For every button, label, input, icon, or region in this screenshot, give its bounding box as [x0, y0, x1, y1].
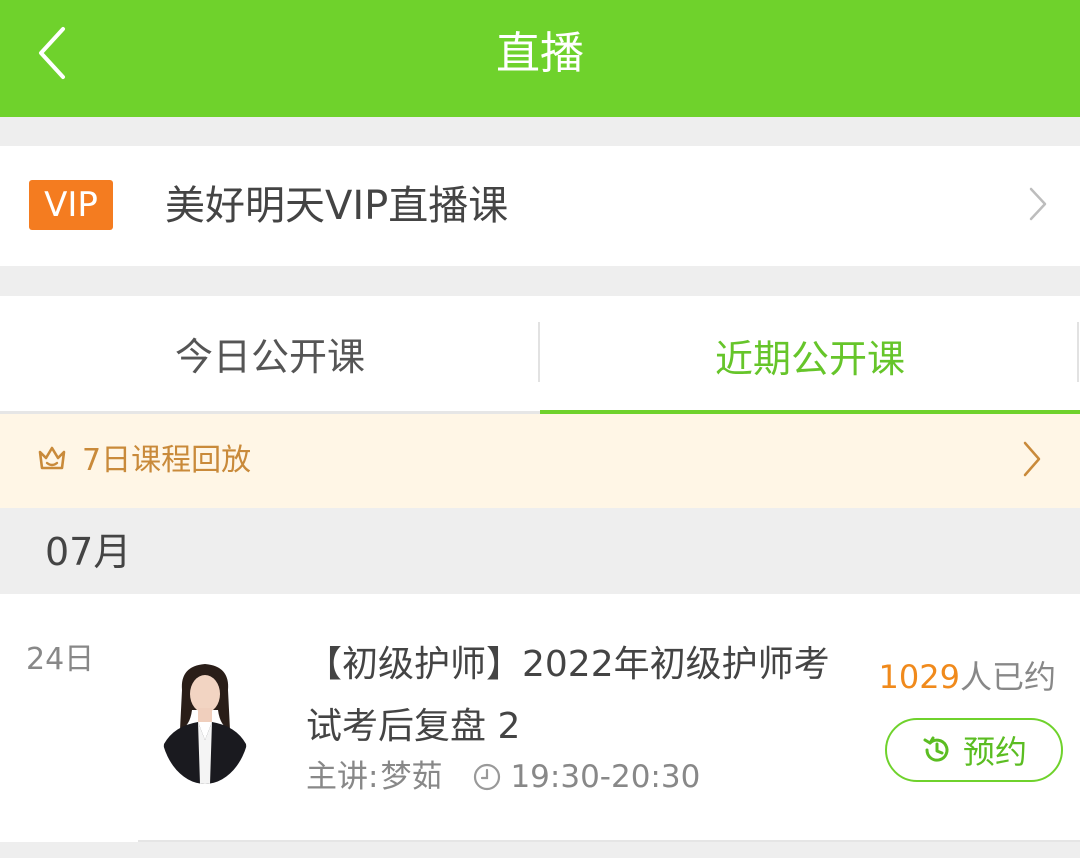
teacher-label: 主讲:: [306, 759, 379, 795]
clock-icon: [472, 762, 502, 792]
tab-divider: [1077, 322, 1079, 382]
reservation-count: 1029人已约: [879, 654, 1056, 700]
reservation-count-suffix: 人已约: [959, 658, 1056, 696]
month-section-header: 07月: [0, 508, 1080, 594]
vip-badge: VIP: [29, 180, 113, 230]
tab-today-public-course[interactable]: 今日公开课: [0, 296, 540, 414]
vip-live-course-entry[interactable]: VIP 美好明天VIP直播课: [0, 146, 1080, 266]
reserve-button-label: 预约: [962, 733, 1027, 771]
page-background: [0, 842, 1080, 858]
history-clock-icon: [921, 734, 953, 766]
top-nav-bar: 直播: [0, 0, 1080, 117]
course-day: 24日: [26, 642, 95, 677]
chevron-right-icon: [1028, 186, 1048, 226]
tab-label: 近期公开课: [714, 336, 905, 381]
chevron-right-icon: [1022, 440, 1042, 482]
page-title: 直播: [496, 28, 584, 79]
tab-recent-public-course[interactable]: 近期公开课: [540, 296, 1080, 414]
replay-label: 7日课程回放: [82, 443, 252, 478]
tab-label: 今日公开课: [174, 335, 365, 379]
teacher-avatar: [160, 660, 250, 784]
seven-day-replay-entry[interactable]: 7日课程回放: [0, 414, 1080, 508]
reservation-count-number: 1029: [878, 658, 960, 696]
course-meta: 主讲: 梦茹 19:30-20:30: [306, 754, 700, 800]
vip-course-title: 美好明天VIP直播课: [165, 183, 509, 229]
course-time: 19:30-20:30: [510, 759, 701, 795]
course-title: 【初级护师】2022年初级护师考试考后复盘 2: [306, 644, 830, 747]
month-label: 07月: [45, 530, 132, 574]
reserve-button[interactable]: 预约: [885, 718, 1063, 782]
crown-icon: [36, 444, 68, 478]
course-tabs: 今日公开课 近期公开课: [0, 296, 1080, 414]
teacher-name: 梦茹: [380, 759, 443, 795]
course-list-item[interactable]: 24日 【初级护师】2022年初级护师考试考后复盘 2 主讲: 梦茹 19:30…: [0, 594, 1080, 842]
